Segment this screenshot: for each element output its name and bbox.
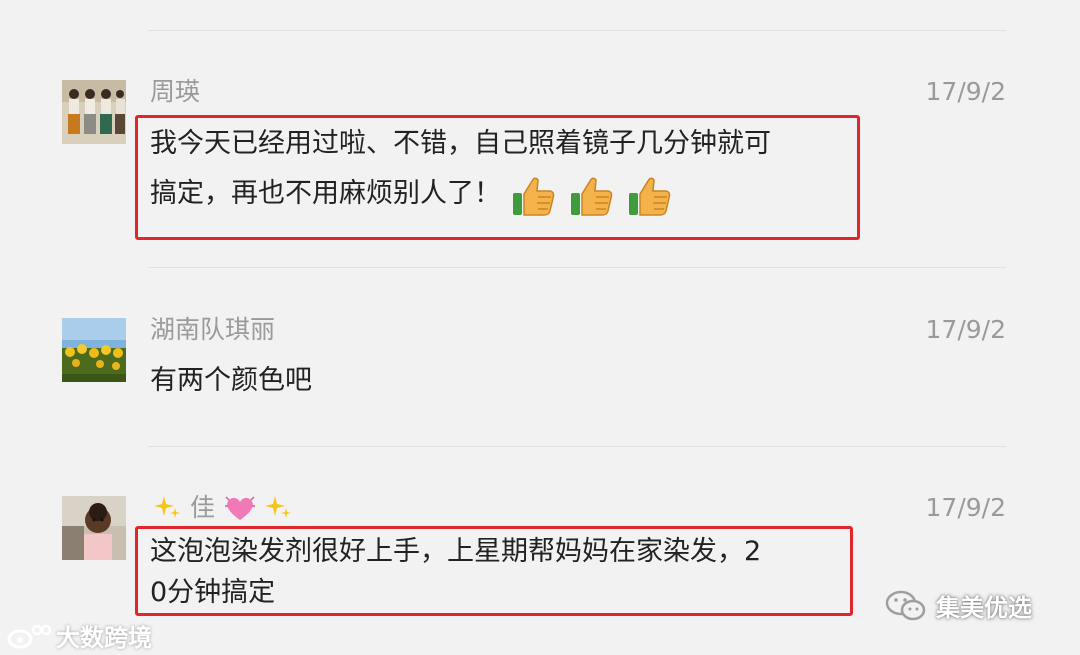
- comment-date: 17/9/2: [925, 315, 1006, 344]
- wechat-logo-icon: [885, 590, 926, 620]
- avatar[interactable]: [62, 496, 126, 560]
- watermark-right-text: 集美优选: [936, 594, 1032, 622]
- watermark-left: 大数跨境: [6, 618, 152, 653]
- sparkles-icon: [265, 496, 292, 518]
- comment-divider: [148, 446, 1006, 447]
- weibo-logo-icon: [7, 624, 52, 648]
- thumbs-up-icon: [571, 177, 613, 216]
- comment-text: 这泡泡染发剂很好上手，上星期帮妈妈在家染发，2 0分钟搞定: [150, 531, 761, 613]
- avatar[interactable]: [62, 80, 126, 144]
- growing-heart-icon: [225, 496, 256, 520]
- comment-line: 搞定，再也不用麻烦别人了！: [150, 169, 771, 219]
- comment-divider: [148, 267, 1006, 268]
- comment-date: 17/9/2: [925, 493, 1006, 522]
- sparkles-icon: [154, 496, 180, 518]
- commenter-name[interactable]: 湖南队琪丽: [150, 315, 275, 345]
- watermark-right: 集美优选: [884, 588, 1032, 623]
- comment-date: 17/9/2: [925, 77, 1006, 106]
- avatar[interactable]: [62, 318, 126, 382]
- thumbs-up-icon: [513, 177, 555, 216]
- comment-line: 我今天已经用过啦、不错，自己照着镜子几分钟就可: [150, 128, 771, 159]
- comment-line-text: 搞定，再也不用麻烦别人了！: [150, 178, 501, 209]
- commenter-name[interactable]: 周瑛: [150, 77, 200, 107]
- comment-line: 有两个颜色吧: [150, 365, 312, 396]
- thumbs-up-icon: [629, 177, 671, 216]
- comment-divider: [148, 30, 1006, 31]
- watermark-left-text: 大数跨境: [56, 624, 152, 652]
- commenter-name-text: 佳: [190, 493, 216, 522]
- comment-text: 我今天已经用过啦、不错，自己照着镜子几分钟就可 搞定，再也不用麻烦别人了！: [150, 119, 771, 219]
- reaction-group: [511, 177, 673, 216]
- commenter-name[interactable]: 佳: [150, 493, 297, 523]
- comment-line: 0分钟搞定: [150, 577, 276, 608]
- comment-text: 有两个颜色吧: [150, 356, 312, 406]
- comment-line: 这泡泡染发剂很好上手，上星期帮妈妈在家染发，2: [150, 536, 762, 567]
